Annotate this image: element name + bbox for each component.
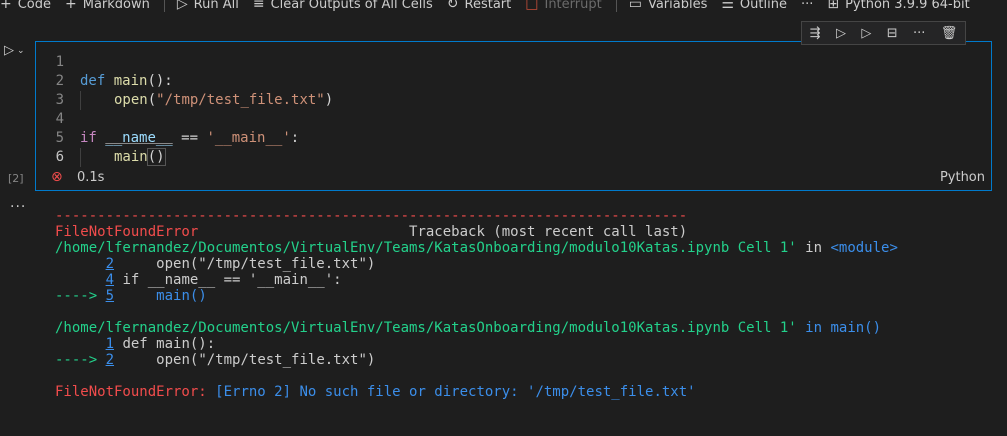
kernel-picker[interactable]: ⊞ Python 3.9.9 64-bit (827, 0, 969, 12)
play-icon: ▷ (4, 43, 14, 58)
traceback-arrow: ----> (55, 352, 98, 368)
code-string: '__main__' (206, 130, 291, 146)
code-keyword: if (80, 130, 97, 146)
error-circle-icon: ⊗ (51, 169, 63, 185)
traceback-divider: ----------------------------------------… (55, 208, 688, 224)
code-keyword: def (80, 73, 106, 89)
line-number: 2 (55, 73, 64, 89)
interrupt-label: Interrupt (544, 0, 602, 12)
traceback-line-link[interactable]: 2 (106, 352, 114, 368)
code-line: 4 (36, 110, 991, 129)
run-cell-button[interactable]: ▷ ⌄ (4, 43, 25, 58)
clear-all-icon: ≡ (252, 0, 265, 12)
final-error-name: FileNotFoundError: (55, 384, 207, 400)
frame-in-label: in (805, 320, 823, 336)
frame-path: /home/lfernandez/Documentos/VirtualEnv/T… (55, 240, 797, 256)
line-number: 3 (55, 92, 64, 108)
code-line: 2 def main(): (36, 72, 991, 91)
restart-icon: ↻ (446, 0, 459, 12)
code-editor[interactable]: 1 2 def main(): 3 open("/tmp/test_file.t… (36, 53, 991, 167)
traceback-code: main() (114, 288, 207, 304)
traceback-code: open("/tmp/test_file.txt") (114, 256, 376, 272)
trash-icon[interactable]: 🗑 (941, 26, 958, 41)
frame-location: <module> (830, 240, 898, 256)
line-number: 5 (55, 130, 64, 146)
more-icon[interactable]: ··· (913, 26, 925, 41)
code-function: main (113, 73, 148, 89)
code-variable: __name__ (105, 130, 173, 146)
code-function: main (114, 149, 148, 165)
traceback-code: def main(): (114, 336, 216, 352)
traceback-line-link[interactable]: 1 (106, 336, 114, 352)
interrupt-button[interactable]: □ Interrupt (525, 0, 601, 12)
kernel-label: Python 3.9.9 64-bit (845, 0, 970, 12)
variables-label: Variables (647, 0, 708, 12)
plus-icon: + (65, 0, 77, 12)
frame-location: main() (830, 320, 882, 336)
add-code-label: Code (17, 0, 52, 12)
toolbar-divider (615, 0, 617, 12)
split-cell-icon[interactable]: ⊟ (887, 26, 898, 41)
line-number: 1 (55, 54, 64, 70)
code-operator: == (181, 130, 199, 146)
traceback-code: if __name__ == '__main__': (114, 272, 342, 288)
run-all-icon: ▷ (176, 0, 188, 12)
code-text: () (146, 148, 166, 166)
outline-label: Outline (739, 0, 787, 12)
execute-below-icon[interactable]: ▷ (861, 26, 871, 41)
more-actions-button[interactable]: ··· (801, 0, 813, 12)
execution-count: [2] (8, 172, 24, 185)
clear-outputs-label: Clear Outputs of All Cells (270, 0, 433, 12)
traceback-arrow: ----> (55, 288, 98, 304)
final-error-message: [Errno 2] No such file or directory: '/t… (215, 384, 696, 400)
add-markdown-button[interactable]: + Markdown (65, 0, 150, 12)
output-more-icon[interactable]: ··· (10, 199, 26, 215)
line-number: 4 (55, 111, 64, 127)
frame-path: /home/lfernandez/Documentos/VirtualEnv/T… (55, 320, 797, 336)
notebook-toolbar: + Code + Markdown ▷ Run All ≡ Clear Outputs … (0, 0, 1007, 15)
execution-time: 0.1s (77, 169, 105, 185)
traceback-line-link[interactable]: 5 (106, 288, 114, 304)
variables-button[interactable]: ▭ Variables (629, 0, 708, 12)
clear-outputs-button[interactable]: ≡ Clear Outputs of All Cells (253, 0, 433, 12)
traceback-line-link[interactable]: 2 (106, 256, 114, 272)
toolbar-divider (163, 0, 165, 12)
code-function: open (114, 92, 148, 108)
traceback-line-link[interactable]: 4 (106, 272, 114, 288)
code-line: 1 (36, 53, 991, 72)
add-code-button[interactable]: + Code (0, 0, 51, 12)
chevron-down-icon: ⌄ (17, 45, 25, 56)
restart-label: Restart (464, 0, 512, 12)
variables-icon: ▭ (628, 0, 642, 12)
cell-output: ----------------------------------------… (55, 208, 898, 400)
more-label: ··· (800, 0, 814, 12)
execute-above-icon[interactable]: ▷ (836, 26, 846, 41)
code-text: (): (147, 73, 173, 89)
error-name: FileNotFoundError (55, 224, 199, 240)
outline-button[interactable]: ☰ Outline (721, 0, 787, 12)
outline-icon: ☰ (721, 0, 734, 12)
text-cursor (164, 149, 166, 165)
kernel-icon: ⊞ (827, 0, 840, 12)
stop-icon: □ (525, 0, 539, 12)
plus-icon: + (0, 0, 12, 12)
run-by-line-icon[interactable]: ⇶ (810, 26, 821, 41)
run-all-button[interactable]: ▷ Run All (177, 0, 239, 12)
cell-status-bar: ⊗ 0.1s Python (36, 164, 991, 190)
run-all-label: Run All (193, 0, 239, 12)
traceback-code: open("/tmp/test_file.txt") (114, 352, 376, 368)
code-text: : (290, 130, 300, 146)
add-markdown-label: Markdown (82, 0, 150, 12)
restart-button[interactable]: ↻ Restart (447, 0, 511, 12)
cell-language-picker[interactable]: Python (940, 170, 985, 185)
code-line: 5 if __name__ == '__main__': (36, 129, 991, 148)
cell-toolbar: ⇶ ▷ ▷ ⊟ ··· 🗑 (801, 21, 966, 45)
code-line: 3 open("/tmp/test_file.txt") (36, 91, 991, 110)
frame-in-label: in (805, 240, 823, 256)
code-string: "/tmp/test_file.txt" (156, 92, 325, 108)
traceback-header: Traceback (most recent call last) (409, 224, 688, 240)
code-cell[interactable]: 1 2 def main(): 3 open("/tmp/test_file.t… (35, 41, 992, 191)
